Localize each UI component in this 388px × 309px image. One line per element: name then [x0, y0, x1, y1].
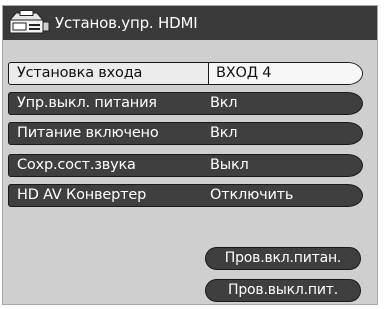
settings-panel: Установ.упр. HDMI Установка входа ВХОД 4…: [2, 5, 378, 305]
page-title: Установ.упр. HDMI: [55, 14, 198, 32]
power-on-check-button[interactable]: Пров.вкл.питан.: [205, 247, 361, 270]
row-label: Питание включено: [17, 125, 159, 141]
menu-row-input-setting[interactable]: Установка входа ВХОД 4: [8, 62, 363, 85]
row-label: Сохр.сост.звука: [17, 157, 136, 173]
menu-row-power-off-control[interactable]: Упр.выкл. питания Вкл: [8, 92, 363, 115]
row-value: Выкл: [210, 157, 249, 173]
menu-row-save-sound-state[interactable]: Сохр.сост.звука Выкл: [8, 154, 363, 177]
row-value: Отключить: [210, 187, 294, 203]
tv-settings-icon: [8, 10, 50, 34]
menu-row-hd-av-converter[interactable]: HD AV Конвертер Отключить: [8, 184, 363, 207]
power-off-check-button[interactable]: Пров.выкл.пит.: [205, 279, 361, 302]
row-value: Вкл: [210, 95, 238, 111]
menu-row-power-on[interactable]: Питание включено Вкл: [8, 122, 363, 145]
title-bar: Установ.упр. HDMI: [3, 6, 377, 40]
row-label: Упр.выкл. питания: [17, 95, 157, 111]
row-label: HD AV Конвертер: [17, 187, 147, 203]
row-label: Установка входа: [17, 65, 143, 81]
row-value: Вкл: [210, 125, 238, 141]
row-value: ВХОД 4: [216, 65, 272, 81]
